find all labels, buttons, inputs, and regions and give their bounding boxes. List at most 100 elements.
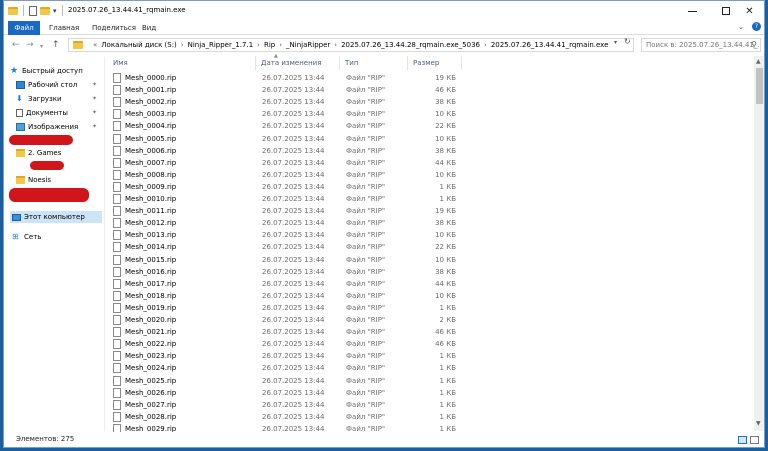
column-name[interactable]: Имя (108, 56, 256, 70)
breadcrumb-separator[interactable]: › (334, 41, 337, 49)
file-row[interactable]: Mesh_0024.rip 26.07.2025 13:44 Файл "RIP" 1… (108, 362, 468, 374)
forward-arrow-icon[interactable]: → (26, 39, 34, 51)
breadcrumb-separator[interactable]: « (93, 41, 97, 49)
pin-icon[interactable]: ✦ (92, 109, 97, 116)
pin-icon[interactable]: ✦ (92, 81, 97, 88)
large-icons-view-icon[interactable] (750, 436, 759, 444)
nav-network[interactable]: ⊞ Сеть (12, 231, 41, 243)
customize-toolbar-icon[interactable]: ▾ (53, 7, 57, 15)
file-row[interactable]: Mesh_0008.rip 26.07.2025 13:44 Файл "RIP" 1… (108, 169, 468, 181)
file-row[interactable]: Mesh_0010.rip 26.07.2025 13:44 Файл "RIP" 1… (108, 193, 468, 205)
nav-desktop[interactable]: Рабочий стол (16, 79, 77, 91)
column-type[interactable]: Тип (340, 56, 408, 70)
file-row[interactable]: Mesh_0015.rip 26.07.2025 13:44 Файл "RIP" 1… (108, 254, 468, 266)
file-row[interactable]: Mesh_0001.rip 26.07.2025 13:44 Файл "RIP" 4… (108, 84, 468, 96)
nav-quick-access[interactable]: ★ Быстрый доступ (10, 65, 83, 77)
recent-locations-icon[interactable]: ▾ (40, 41, 43, 53)
file-name: Mesh_0028.rip (125, 412, 177, 421)
scroll-up-icon[interactable]: ▲ (756, 58, 761, 65)
nav-documents[interactable]: Документы (16, 107, 68, 119)
file-size: 1 КБ (439, 303, 456, 312)
file-size: 46 КБ (435, 328, 456, 337)
file-row[interactable]: Mesh_0016.rip 26.07.2025 13:44 Файл "RIP" 3… (108, 266, 468, 278)
file-row[interactable]: Mesh_0017.rip 26.07.2025 13:44 Файл "RIP" 4… (108, 278, 468, 290)
file-row[interactable]: Mesh_0022.rip 26.07.2025 13:44 Файл "RIP" 4… (108, 338, 468, 350)
breadcrumb-separator[interactable]: › (279, 41, 282, 49)
refresh-icon[interactable]: ↻ (624, 37, 631, 46)
new-folder-icon[interactable] (40, 6, 50, 15)
column-size[interactable]: Размер (408, 56, 462, 70)
file-name: Mesh_0019.rip (125, 303, 177, 312)
pane-divider[interactable] (104, 57, 105, 431)
file-row[interactable]: Mesh_0011.rip 26.07.2025 13:44 Файл "RIP" 1… (108, 205, 468, 217)
search-input[interactable]: Поиск в: 2025.07.26_13.44.41_... ⚲ (641, 38, 761, 52)
tab-view[interactable]: Вид (142, 21, 156, 35)
chevron-down-icon[interactable]: ⌄ (738, 23, 744, 31)
file-name: Mesh_0018.rip (125, 291, 177, 300)
address-bar[interactable]: « Локальный диск (S:) › Ninja_Ripper_1.7… (68, 38, 634, 52)
close-button[interactable]: ✕ (733, 1, 764, 21)
breadcrumb-current[interactable]: 2025.07.26_13.44.41_rqmain.exe (491, 41, 609, 49)
file-row[interactable]: Mesh_0009.rip 26.07.2025 13:44 Файл "RIP" 1… (108, 181, 468, 193)
file-row[interactable]: Mesh_0012.rip 26.07.2025 13:44 Файл "RIP" 3… (108, 217, 468, 229)
breadcrumb-separator[interactable]: › (257, 41, 260, 49)
file-type: Файл "RIP" (346, 376, 386, 385)
file-row[interactable]: Mesh_0002.rip 26.07.2025 13:44 Файл "RIP" 3… (108, 96, 468, 108)
maximize-icon (721, 7, 730, 15)
breadcrumb-rip[interactable]: Rip (264, 41, 275, 49)
back-arrow-icon[interactable]: ← (12, 39, 20, 51)
file-row[interactable]: Mesh_0005.rip 26.07.2025 13:44 Файл "RIP" 1… (108, 133, 468, 145)
scrollbar-thumb[interactable] (756, 68, 763, 104)
breadcrumb-separator[interactable]: › (484, 41, 487, 49)
tab-home[interactable]: Главная (49, 21, 79, 35)
file-row[interactable]: Mesh_0026.rip 26.07.2025 13:44 Файл "RIP" 1… (108, 387, 468, 399)
vertical-scrollbar[interactable]: ▲ ▼ (754, 56, 764, 431)
up-arrow-icon[interactable]: ↑ (52, 39, 60, 51)
file-row[interactable]: Mesh_0006.rip 26.07.2025 13:44 Файл "RIP" 3… (108, 145, 468, 157)
file-type: Файл "RIP" (346, 340, 386, 349)
nav-images[interactable]: Изображения (16, 121, 78, 133)
file-row[interactable]: Mesh_0020.rip 26.07.2025 13:44 Файл "RIP" 2… (108, 314, 468, 326)
toolbar-separator (23, 5, 24, 16)
file-row[interactable]: Mesh_0019.rip 26.07.2025 13:44 Файл "RIP" 1… (108, 302, 468, 314)
nav-noesis[interactable]: Noesis (16, 174, 51, 186)
file-row[interactable]: Mesh_0021.rip 26.07.2025 13:44 Файл "RIP" 4… (108, 326, 468, 338)
file-row[interactable]: Mesh_0025.rip 26.07.2025 13:44 Файл "RIP" 1… (108, 375, 468, 387)
breadcrumb-ninjaripper[interactable]: _NinjaRipper (286, 41, 330, 49)
minimize-button[interactable] (676, 1, 709, 21)
file-name: Mesh_0003.rip (125, 110, 177, 119)
pin-icon[interactable]: ✦ (92, 95, 97, 102)
file-row[interactable]: Mesh_0013.rip 26.07.2025 13:44 Файл "RIP" 1… (108, 229, 468, 241)
breadcrumb-separator[interactable]: › (181, 41, 184, 49)
file-row[interactable]: Mesh_0004.rip 26.07.2025 13:44 Файл "RIP" 2… (108, 120, 468, 132)
file-row[interactable]: Mesh_0029.rip 26.07.2025 13:44 Файл "RIP" 1… (108, 423, 468, 432)
file-row[interactable]: Mesh_0027.rip 26.07.2025 13:44 Файл "RIP" 1… (108, 399, 468, 411)
address-dropdown-icon[interactable]: ▾ (614, 39, 617, 46)
file-row[interactable]: Mesh_0000.rip 26.07.2025 13:44 Файл "RIP" 1… (108, 72, 468, 84)
nav-games[interactable]: 2. Games (16, 147, 61, 159)
tab-file[interactable]: Файл (8, 21, 40, 35)
help-icon[interactable]: ? (752, 22, 761, 31)
details-view-icon[interactable] (738, 436, 747, 444)
breadcrumb-ninja-ripper[interactable]: Ninja_Ripper_1.7.1 (188, 41, 254, 49)
breadcrumb-session[interactable]: 2025.07.26_13.44.28_rqmain.exe_5036 (341, 41, 480, 49)
nav-downloads[interactable]: ⬇ Загрузки (16, 93, 62, 105)
window-title: 2025.07.26_13.44.41_rqmain.exe (68, 6, 186, 14)
file-size: 10 КБ (435, 110, 456, 119)
scroll-down-icon[interactable]: ▼ (756, 420, 761, 427)
pin-icon[interactable]: ✦ (92, 123, 97, 130)
file-row[interactable]: Mesh_0014.rip 26.07.2025 13:44 Файл "RIP" 2… (108, 241, 468, 253)
properties-icon[interactable] (29, 5, 37, 16)
file-row[interactable]: Mesh_0003.rip 26.07.2025 13:44 Файл "RIP" 1… (108, 108, 468, 120)
column-date[interactable]: Дата изменения (256, 56, 340, 70)
file-row[interactable]: Mesh_0023.rip 26.07.2025 13:44 Файл "RIP" 1… (108, 350, 468, 362)
breadcrumb-drive[interactable]: Локальный диск (S:) (101, 41, 177, 49)
nav-this-pc[interactable]: Этот компьютер (12, 211, 85, 223)
file-row[interactable]: Mesh_0028.rip 26.07.2025 13:44 Файл "RIP" 1… (108, 411, 468, 423)
tab-share[interactable]: Поделиться (92, 21, 136, 35)
file-name: Mesh_0015.rip (125, 255, 177, 264)
file-row[interactable]: Mesh_0007.rip 26.07.2025 13:44 Файл "RIP" 4… (108, 157, 468, 169)
file-date: 26.07.2025 13:44 (262, 364, 325, 373)
file-row[interactable]: Mesh_0018.rip 26.07.2025 13:44 Файл "RIP" 1… (108, 290, 468, 302)
file-type: Файл "RIP" (346, 279, 386, 288)
